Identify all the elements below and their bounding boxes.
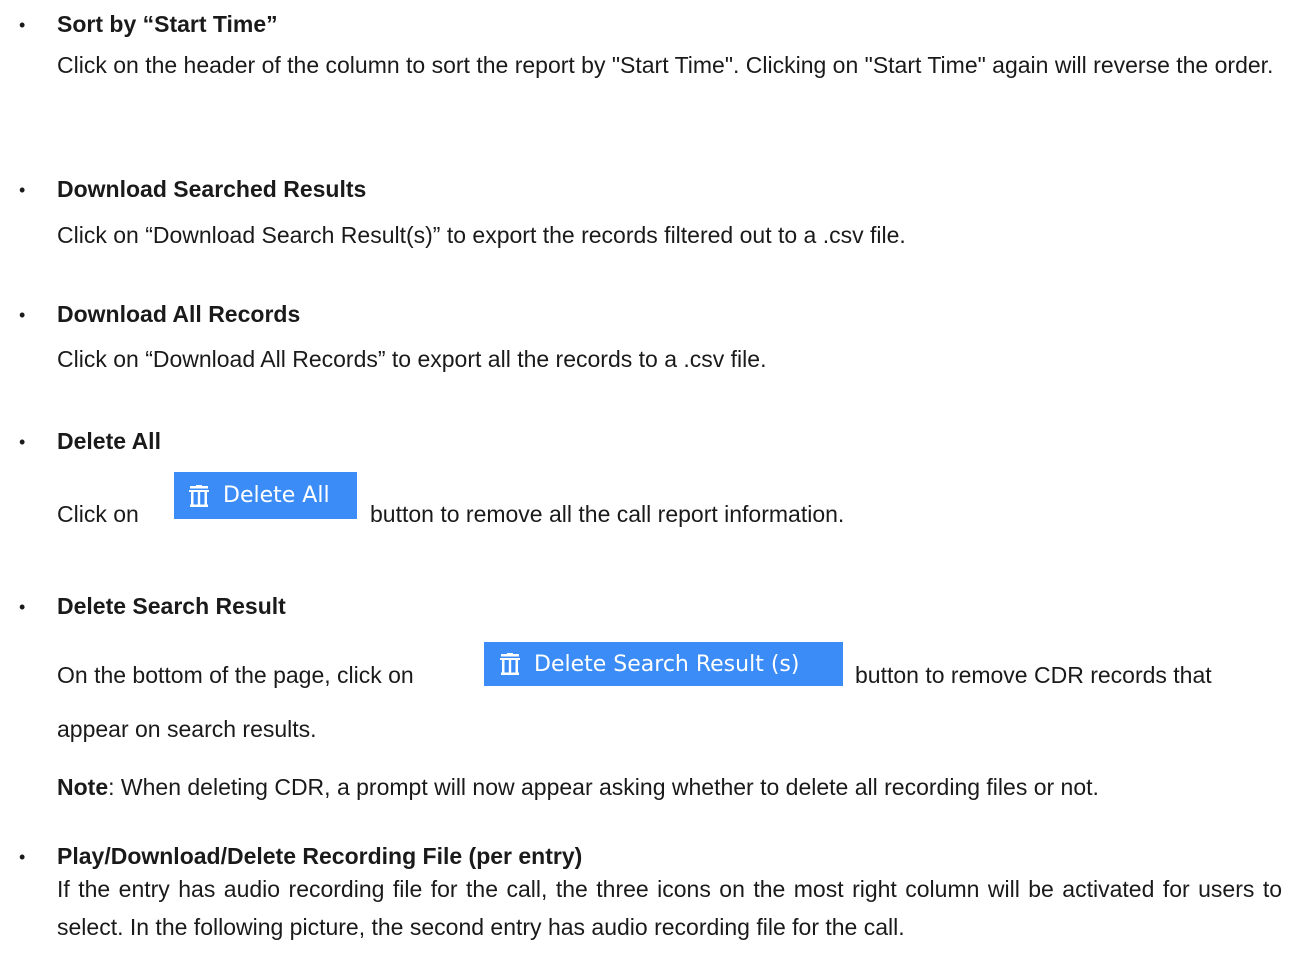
bullet: •	[19, 15, 26, 35]
section-body: If the entry has audio recording file fo…	[57, 876, 1282, 940]
section-title: Sort by “Start Time”	[57, 11, 278, 37]
bullet: •	[19, 180, 26, 200]
bullet: •	[19, 432, 26, 452]
section-title: Download All Records	[57, 301, 301, 327]
section-title: Delete Search Result	[57, 593, 286, 619]
note-line: Note: When deleting CDR, a prompt will n…	[57, 774, 1099, 801]
button-label: Delete Search Result (s)	[534, 651, 800, 677]
button-label: Delete All	[223, 483, 330, 508]
section-title: Delete All	[57, 428, 161, 454]
delete-all-button: Delete All	[174, 472, 357, 519]
note-text: : When deleting CDR, a prompt will now a…	[108, 774, 1099, 800]
body-suffix: button to remove CDR records that	[855, 662, 1212, 688]
section-title: Download Searched Results	[57, 176, 367, 202]
bullet: •	[19, 847, 26, 867]
body-suffix: button to remove all the call report inf…	[370, 501, 845, 527]
bullet: •	[19, 305, 26, 325]
note-label: Note	[57, 774, 109, 800]
body-prefix: On the bottom of the page, click on	[57, 662, 414, 688]
bullet: •	[19, 597, 26, 617]
trash-icon	[189, 484, 209, 507]
section-body: Click on “Download All Records” to expor…	[57, 346, 767, 372]
body-line-2: appear on search results.	[57, 716, 317, 742]
body-prefix: Click on	[57, 501, 139, 527]
section-title: Play/Download/Delete Recording File (per…	[57, 843, 583, 869]
section-body: Click on the header of the column to sor…	[57, 52, 1274, 78]
trash-icon	[500, 653, 520, 675]
section-body: Click on “Download Search Result(s)” to …	[57, 222, 906, 248]
delete-search-result-button: Delete Search Result (s)	[484, 642, 843, 686]
